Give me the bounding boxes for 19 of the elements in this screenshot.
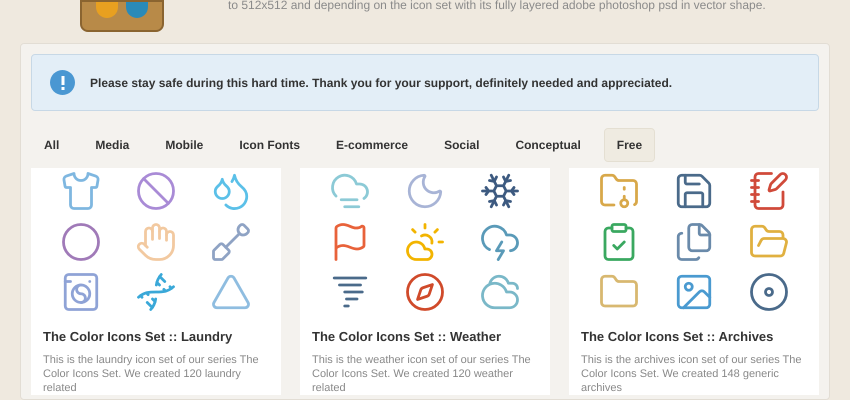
icon-set-card[interactable]: The Color Icons Set :: Weather This is the weather icon set of our series The Color Icons Set. We created 120 weather related [300, 168, 550, 394]
card-description: This is the archives icon set of our series The Color Icons Set. We created 148 generic archives [581, 352, 803, 394]
notice-text: Please stay safe during this hard time. Thank you for your support, definitely needed and appreciated. [90, 74, 672, 92]
icon-set-card[interactable]: The Color Icons Set :: Laundry This is the laundry icon set of our series The Color Icons Set. We created 120 laundry related [31, 168, 281, 394]
category-tab[interactable]: Conceptual [502, 128, 594, 162]
icon-set-card[interactable]: The Color Icons Set :: Archives This is the archives icon set of our series The Color Icons Set. We created 148 generic archives [569, 168, 819, 394]
category-tab[interactable]: All [31, 128, 72, 162]
category-tab[interactable]: Social [431, 128, 492, 162]
card-title: The Color Icons Set :: Weather [312, 328, 502, 346]
category-tab[interactable]: E-commerce [323, 128, 422, 162]
card-title: The Color Icons Set :: Laundry [43, 328, 234, 346]
category-tab[interactable]: Free [604, 128, 656, 162]
card-title: The Color Icons Set :: Archives [581, 328, 774, 346]
card-description: This is the weather icon set of our series The Color Icons Set. We created 120 weather related [312, 352, 532, 394]
intro-text: to 512x512 and depending on the icon set with its fully layered adobe photoshop psd in vector shape. [228, 0, 766, 12]
category-tab[interactable]: Media [82, 128, 142, 162]
card-description: This is the laundry icon set of our series The Color Icons Set. We created 120 laundry related [43, 352, 260, 394]
category-tab[interactable]: Icon Fonts [226, 128, 314, 162]
category-tab[interactable]: Mobile [152, 128, 216, 162]
